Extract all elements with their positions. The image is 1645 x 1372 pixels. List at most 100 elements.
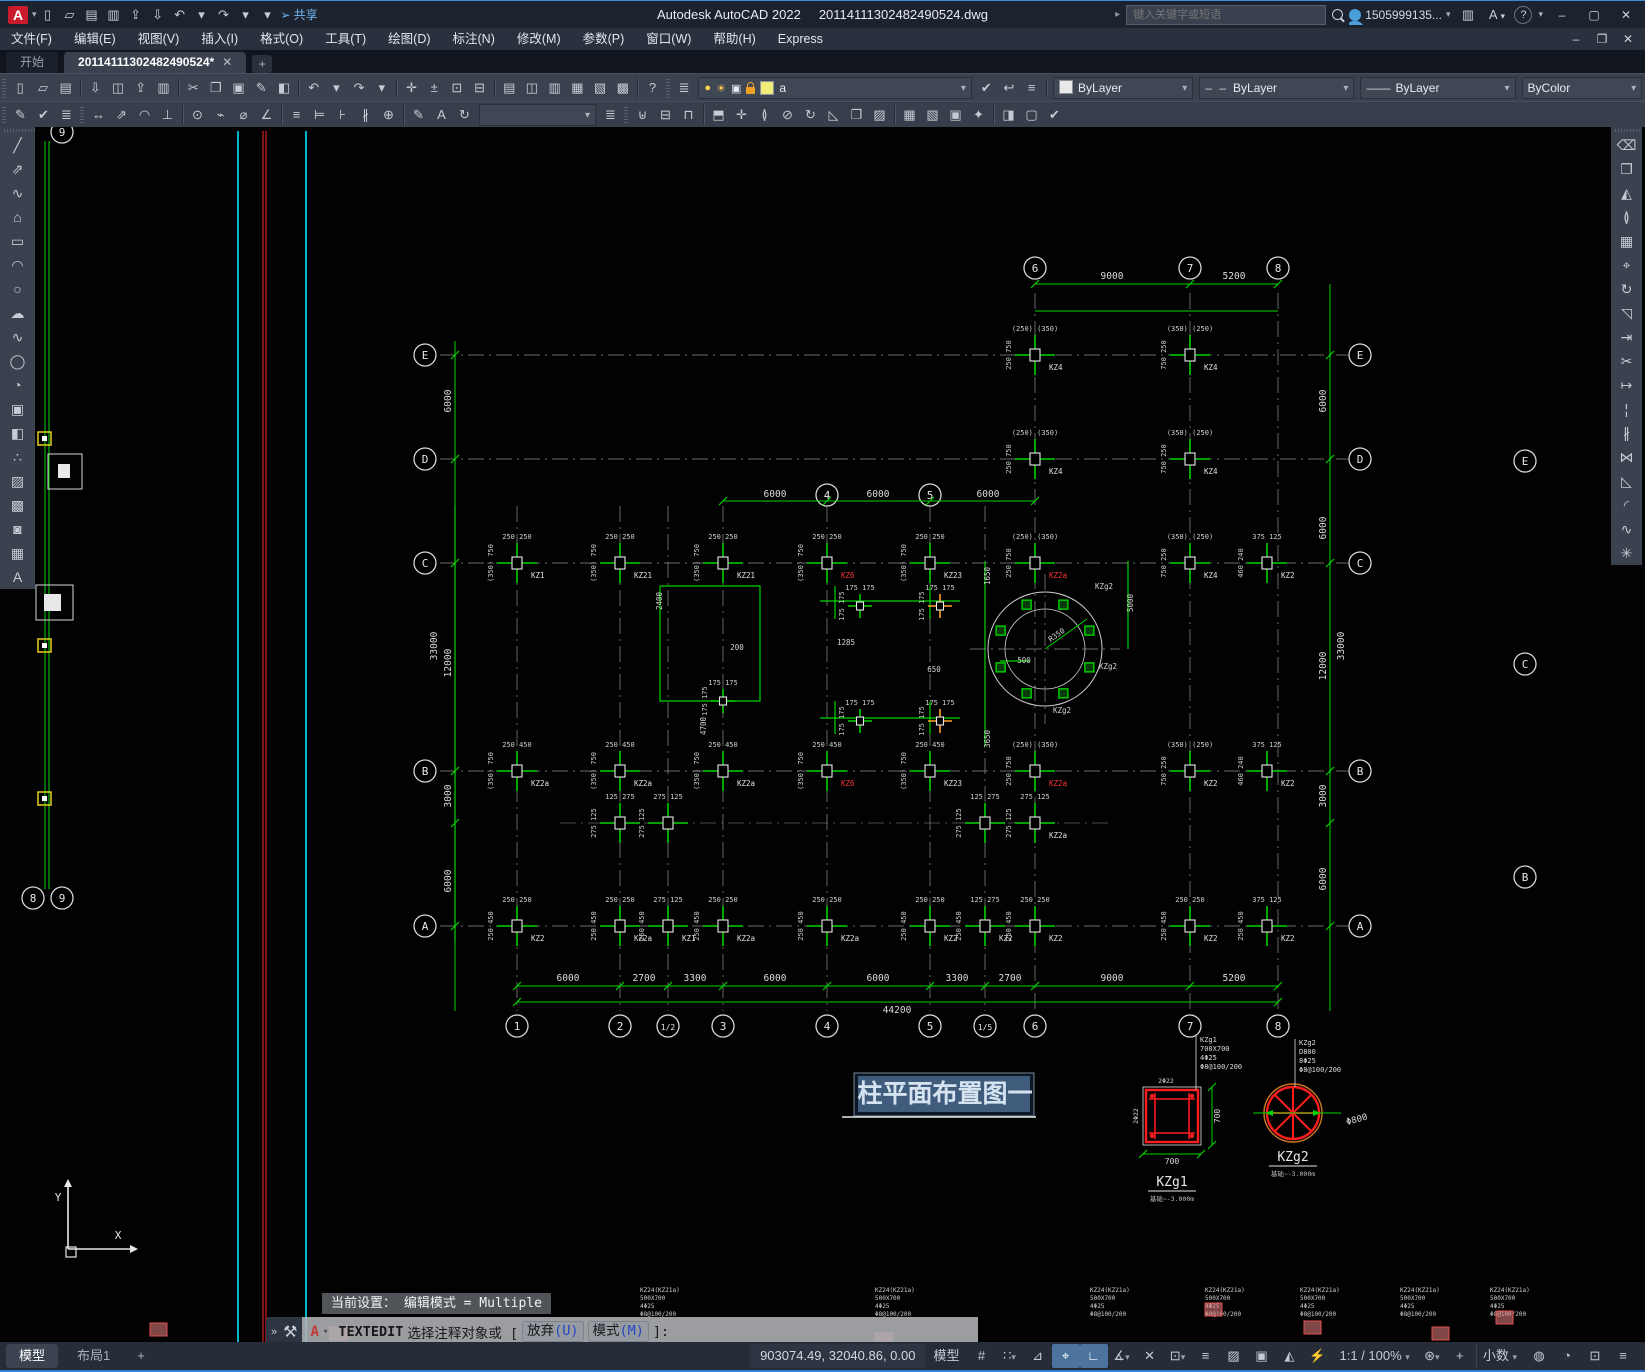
dim-style-manager-icon[interactable]: ≣ [599,104,622,126]
polyline-icon[interactable]: ∿ [5,181,31,205]
edit-text-icon[interactable]: ✎ [9,104,32,126]
match-properties-icon[interactable]: ✎ [250,77,273,99]
markup-icon[interactable]: ▧ [589,77,612,99]
menu-express[interactable]: Express [767,28,834,50]
dim-arc-length-icon[interactable]: ◠ [133,104,156,126]
lineweight-dropdown[interactable]: —— ByLayer ▾ [1360,77,1516,99]
redo-dd[interactable]: ▾ [370,77,393,99]
menu-draw[interactable]: 绘图(D) [377,28,441,50]
menu-insert[interactable]: 插入(I) [190,28,249,50]
menu-dimension[interactable]: 标注(N) [442,28,506,50]
autocad-logo-icon[interactable]: A [8,5,28,24]
dim-angular-icon[interactable]: ∠ [255,104,278,126]
mtext-icon[interactable]: A [5,565,31,589]
command-option-mode[interactable]: 模式(M) [587,1321,649,1342]
move-faces-icon[interactable]: ✛ [730,104,753,126]
rectangle-icon[interactable]: ▭ [5,229,31,253]
infer-constraints-toggle[interactable]: ⊿ [1024,1344,1052,1368]
lineweight-dropdown-chevron-icon[interactable]: ▾ [1505,83,1510,94]
menu-modify[interactable]: 修改(M) [506,28,572,50]
selection-cycling-toggle[interactable]: ▣ [1248,1344,1276,1368]
check-icon[interactable]: ✔ [1043,104,1066,126]
dim-aligned-icon[interactable]: ⇗ [110,104,133,126]
block-editor-icon[interactable]: ◧ [273,77,296,99]
delete-faces-icon[interactable]: ⊘ [776,104,799,126]
polygon-icon[interactable]: ⌂ [5,205,31,229]
search-icon[interactable] [1332,9,1344,20]
menu-view[interactable]: 视图(V) [127,28,191,50]
qat-customize[interactable]: ▾ [257,4,279,26]
imprint-icon[interactable]: ▣ [944,104,967,126]
dim-baseline-icon[interactable]: ⊨ [308,104,331,126]
dim-update-icon[interactable]: ↻ [453,104,476,126]
layer-translate-icon[interactable]: ≣ [55,104,78,126]
fillet-icon[interactable]: ◜ [1614,493,1640,517]
plot-icon[interactable]: ⇩ [84,77,107,99]
scale-icon[interactable]: ◹ [1614,301,1640,325]
copy-faces-icon[interactable]: ❐ [845,104,868,126]
line-icon[interactable]: ╱ [5,133,31,157]
chamfer-icon[interactable]: ◺ [1614,469,1640,493]
clean-screen-toggle[interactable]: ⊡ [1581,1344,1609,1368]
gradient-icon[interactable]: ▩ [5,493,31,517]
autodesk-a-menu[interactable]: A ▾ [1485,4,1508,26]
lineweight-toggle[interactable]: ≡ [1192,1344,1220,1368]
linetype-dropdown[interactable]: – – ByLayer ▾ [1199,77,1355,99]
linetype-dropdown-chevron-icon[interactable]: ▾ [1343,83,1348,94]
layer-properties-icon[interactable]: ≣ [673,77,696,99]
tab-start[interactable]: 开始 [6,52,59,73]
designcenter-icon[interactable]: ◫ [521,77,544,99]
redo-icon[interactable]: ↷ [348,77,371,99]
circle-icon[interactable]: ○ [5,277,31,301]
tab-current-drawing[interactable]: 20114111302482490524* ✕ [64,52,247,73]
region-icon[interactable]: ◙ [5,517,31,541]
toolbar-grip[interactable] [1,77,8,99]
cut-icon[interactable]: ✂ [182,77,205,99]
array-icon[interactable]: ▦ [1614,229,1640,253]
toolbar-grip[interactable] [664,77,672,99]
zoom-previous-icon[interactable]: ⊟ [468,77,491,99]
workspace-gear[interactable]: ⊛▾ [1418,1344,1446,1368]
menu-help[interactable]: 帮助(H) [702,28,766,50]
command-option-undo[interactable]: 放弃(U) [522,1321,584,1342]
spell-check-icon[interactable]: ✔ [32,104,55,126]
zoom-realtime-icon[interactable]: ± [423,77,446,99]
shell-icon[interactable]: ▢ [1020,104,1043,126]
make-block-icon[interactable]: ◧ [5,421,31,445]
doc-close-button[interactable]: ✕ [1615,32,1641,46]
toolbar-grip[interactable] [79,105,86,125]
model-space-button[interactable]: 模型 [928,1344,966,1368]
transparency-toggle[interactable]: ▨ [1220,1344,1248,1368]
qnew-button[interactable]: ▯ [37,4,59,26]
ortho-toggle[interactable]: ∟ [1079,1344,1108,1368]
new-layout-button[interactable]: + [129,1344,153,1368]
annotation-a-icon[interactable]: A [310,1324,318,1340]
paste-icon[interactable]: ▣ [227,77,250,99]
sheet-set-icon[interactable]: ▦ [566,77,589,99]
copy-edges-icon[interactable]: ▦ [898,104,921,126]
undo-icon[interactable]: ↶ [302,77,325,99]
clean-icon[interactable]: ✦ [967,104,990,126]
table-icon[interactable]: ▦ [5,541,31,565]
taper-faces-icon[interactable]: ◺ [822,104,845,126]
mirror-icon[interactable]: ◭ [1614,181,1640,205]
point-icon[interactable]: ∴ [5,445,31,469]
construction-line-icon[interactable]: ⇗ [5,157,31,181]
intersect-icon[interactable]: ⊓ [677,104,700,126]
join-icon[interactable]: ⋈ [1614,445,1640,469]
snap-toggle[interactable]: ∷▾ [996,1344,1024,1368]
open-button[interactable]: ▱ [59,4,81,26]
copy-clip-icon[interactable]: ❐ [205,77,228,99]
dim-linear-icon[interactable]: ↔ [87,104,110,126]
color-dropdown-chevron-icon[interactable]: ▾ [1182,83,1187,94]
otrack-toggle[interactable]: ✕ [1136,1344,1164,1368]
trim-icon[interactable]: ✂ [1614,349,1640,373]
dim-text-edit-icon[interactable]: A [430,104,453,126]
menu-format[interactable]: 格式(O) [249,28,314,50]
offset-faces-icon[interactable]: ≬ [753,104,776,126]
polar-tracking-toggle[interactable]: ∡▾ [1108,1344,1136,1368]
dim-ordinate-icon[interactable]: ⊥ [156,104,179,126]
app-store-icon[interactable]: ▥ [1456,4,1479,26]
quick-dim-icon[interactable]: ≡ [285,104,308,126]
menu-window[interactable]: 窗口(W) [635,28,702,50]
